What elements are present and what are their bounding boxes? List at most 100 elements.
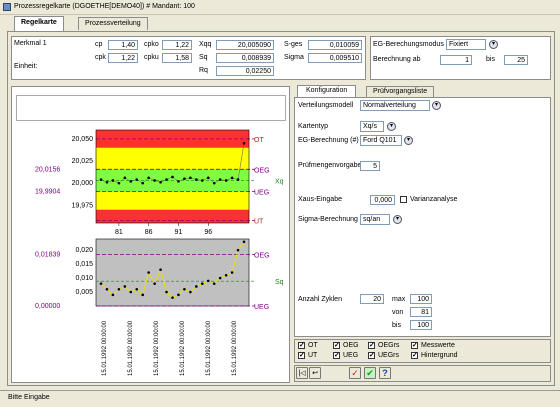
max-input[interactable]: 100 bbox=[410, 294, 432, 304]
cpku-value: 1,58 bbox=[162, 53, 192, 63]
kartentyp-select[interactable]: Xq/s bbox=[360, 121, 384, 132]
bis-config-input[interactable]: 100 bbox=[410, 320, 432, 330]
eg-berechnung-select[interactable]: Ford Q101 bbox=[360, 135, 402, 146]
ot-label: OT bbox=[254, 137, 264, 144]
upper-data-point bbox=[183, 177, 186, 181]
upper-data-point bbox=[165, 178, 168, 181]
date-label: 15.01.1992 00:00:00 bbox=[128, 320, 134, 376]
checkbox-ut[interactable]: ✓ bbox=[298, 352, 305, 359]
upper-xtick-label: 81 bbox=[115, 229, 123, 236]
cpk-label: cpk bbox=[95, 54, 106, 61]
rq-label: Rq bbox=[199, 67, 208, 74]
varianzanalyse-checkbox[interactable] bbox=[400, 196, 407, 203]
cp-value: 1,40 bbox=[108, 40, 138, 50]
kartentyp-dropdown-icon[interactable]: ▾ bbox=[387, 122, 396, 131]
sq-label: Sq bbox=[199, 54, 208, 61]
checkbox-label-oeg: OEG bbox=[343, 342, 359, 349]
verteilungsmodell-dropdown-icon[interactable]: ▾ bbox=[432, 101, 441, 110]
lower-data-point bbox=[206, 279, 210, 283]
upper-data-point bbox=[171, 175, 174, 179]
sigma-berechnung-label: Sigma-Berechnung bbox=[298, 216, 358, 223]
window-title: Prozessregelkarte (DGOETHE[DEMO40]) # Ma… bbox=[14, 3, 195, 10]
sq-label: Sq bbox=[275, 279, 284, 286]
eg-modus-select[interactable]: Fixiert bbox=[446, 39, 486, 50]
checkbox-uegrs[interactable]: ✓ bbox=[368, 352, 375, 359]
lower-plot-frame bbox=[95, 238, 250, 307]
upper-data-point bbox=[206, 176, 210, 180]
berechnung-ab-input[interactable]: 1 bbox=[440, 55, 472, 65]
lower-ytick-label: 0,020 bbox=[75, 247, 93, 254]
verteilungsmodell-select[interactable]: Normalverteilung bbox=[360, 100, 430, 111]
checkbox-oeg[interactable]: ✓ bbox=[333, 342, 340, 349]
cpko-value: 1,22 bbox=[162, 40, 192, 50]
upper-data-point bbox=[177, 180, 180, 183]
checkbox-ueg[interactable]: ✓ bbox=[333, 352, 340, 359]
first-record-icon[interactable]: |◁ bbox=[296, 367, 308, 379]
checkbox-label-uegrs: UEGrs bbox=[378, 352, 399, 359]
upper-data-point bbox=[99, 178, 103, 181]
help-icon[interactable]: ? bbox=[379, 367, 391, 379]
lower-data-point bbox=[242, 240, 246, 244]
lower-data-point bbox=[171, 296, 174, 299]
xaus-input[interactable]: 0,000 bbox=[370, 195, 395, 205]
pruefmengen-input[interactable]: 5 bbox=[360, 161, 380, 171]
anzahl-zyklen-label: Anzahl Zyklen bbox=[298, 296, 342, 303]
lower-data-point bbox=[189, 290, 192, 294]
exit-icon[interactable]: ↩ bbox=[309, 367, 321, 379]
status-bar: Bitte Eingabe bbox=[0, 390, 560, 407]
cpko-label: cpko bbox=[144, 41, 159, 48]
sigma-berechnung-dropdown-icon[interactable]: ▾ bbox=[393, 215, 402, 224]
upper-data-point bbox=[236, 178, 240, 181]
xqq-value: 20,005090 bbox=[216, 40, 274, 50]
lower-oeg-label: OEG bbox=[254, 253, 270, 260]
checkbox-oegrs[interactable]: ✓ bbox=[368, 342, 375, 349]
lower-data-point bbox=[200, 282, 204, 285]
von-input[interactable]: 81 bbox=[410, 307, 432, 317]
eg-berechnung-label: EG-Berechnung (#) bbox=[298, 137, 359, 144]
ueg-value-label: 19,9904 bbox=[35, 189, 60, 196]
tab-konfiguration[interactable]: Konfiguration bbox=[297, 85, 357, 97]
control-charts: 20,050 20,025 20,000 19,975 81 86 91 96 20,0156 1… bbox=[35, 129, 284, 376]
tab-prozessverteilung[interactable]: Prozessverteilung bbox=[78, 17, 148, 30]
merkmal-label: Merkmal 1 bbox=[14, 40, 47, 47]
upper-data-point bbox=[153, 179, 156, 182]
lower-data-point bbox=[183, 287, 186, 291]
checkbox-label-ut: UT bbox=[308, 352, 318, 359]
lower-data-point bbox=[117, 287, 121, 291]
eg-berechnung-dropdown-icon[interactable]: ▾ bbox=[404, 136, 413, 145]
verteilungsmodell-label: Verteilungsmodell bbox=[298, 102, 354, 109]
lower-oeg-value-label: 0,01839 bbox=[35, 252, 60, 259]
edit-icon[interactable]: ✓ bbox=[349, 367, 361, 379]
anzahl-zyklen-input[interactable]: 20 bbox=[360, 294, 384, 304]
date-label: 15.01.1992 00:00:00 bbox=[180, 320, 186, 376]
tab-pruefvorgangsliste[interactable]: Prüfvorgangsliste bbox=[366, 86, 435, 97]
upper-data-point bbox=[111, 179, 115, 182]
upper-data-point bbox=[189, 176, 192, 180]
checkbox-hintergrund[interactable]: ✓ bbox=[411, 352, 418, 359]
date-label: 15.01.1992 00:00:00 bbox=[232, 320, 238, 376]
checkbox-ot[interactable]: ✓ bbox=[298, 342, 305, 349]
checkbox-label-hintergrund: Hintergrund bbox=[421, 352, 458, 359]
upper-ytick-label: 20,050 bbox=[72, 136, 94, 143]
upper-data-point bbox=[224, 179, 228, 182]
sigma-berechnung-select[interactable]: sq/an bbox=[360, 214, 390, 225]
xaus-label: Xaus-Eingabe bbox=[298, 196, 342, 203]
checkbox-messwerte[interactable]: ✓ bbox=[411, 342, 418, 349]
oeg-value-label: 20,0156 bbox=[35, 166, 60, 173]
confirm-icon[interactable]: ✔ bbox=[364, 367, 376, 379]
app-icon bbox=[3, 3, 11, 11]
eg-modus-dropdown-icon[interactable]: ▾ bbox=[489, 40, 498, 49]
sges-label: S-ges bbox=[284, 41, 303, 48]
upper-data-point bbox=[117, 181, 121, 185]
tab-regelkarte[interactable]: Regelkarte bbox=[14, 16, 64, 31]
lower-data-point bbox=[153, 282, 156, 285]
lower-data-point bbox=[230, 271, 234, 274]
upper-data-point bbox=[159, 180, 162, 184]
cpku-label: cpku bbox=[144, 54, 159, 61]
sges-value: 0,010059 bbox=[308, 40, 362, 50]
lower-data-point bbox=[212, 282, 216, 285]
upper-ytick-label: 20,025 bbox=[72, 158, 94, 165]
upper-data-point bbox=[129, 180, 133, 183]
max-label: max bbox=[392, 296, 406, 303]
bis-input[interactable]: 25 bbox=[504, 55, 528, 65]
